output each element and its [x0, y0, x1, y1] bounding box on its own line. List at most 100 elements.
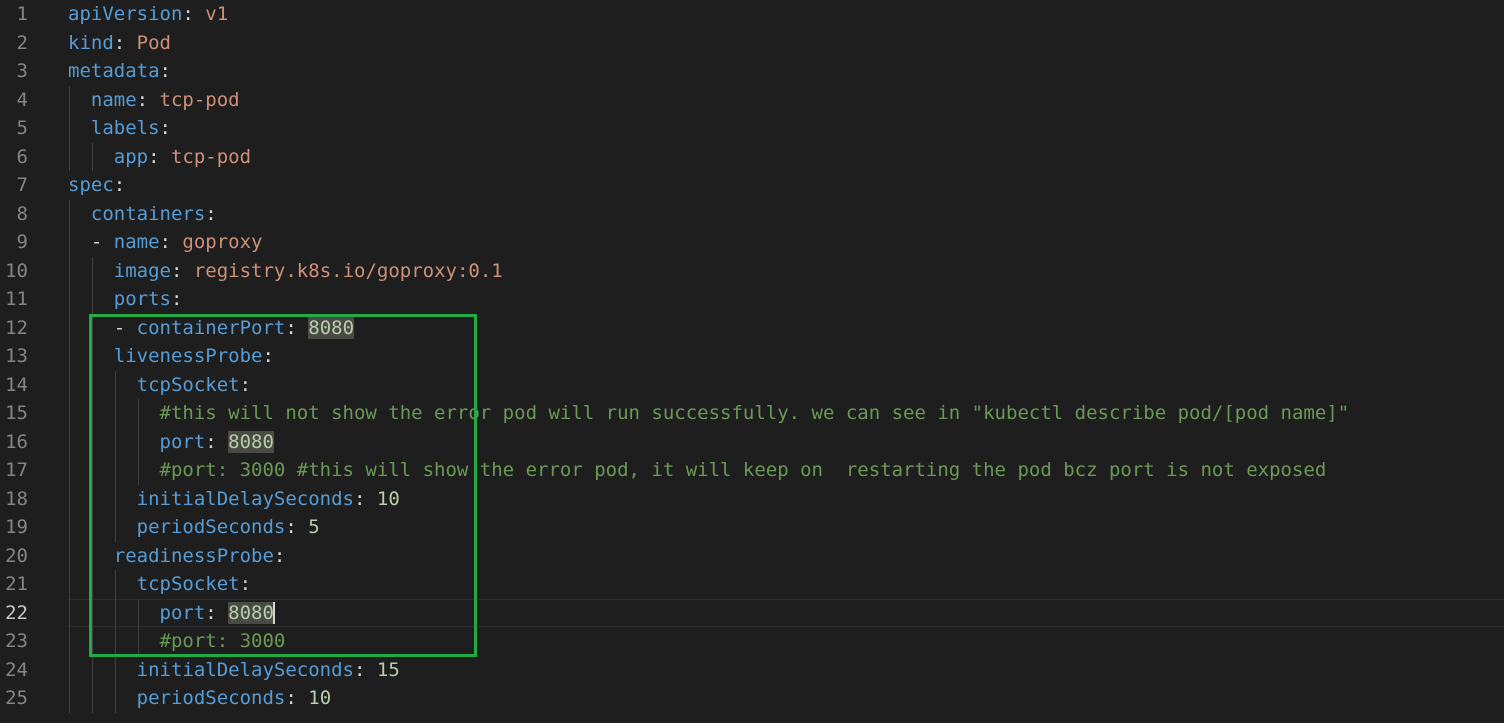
code-line[interactable]: 14 tcpSocket: [0, 370, 1504, 399]
yaml-string-value: tcp-pod [170, 145, 252, 168]
code-line[interactable]: 19 periodSeconds: 5 [0, 513, 1504, 542]
code-text: periodSeconds: 10 [68, 684, 332, 713]
code-text: image: registry.k8s.io/goproxy:0.1 [68, 257, 503, 286]
punctuation: : [205, 430, 229, 453]
line-number: 3 [16, 60, 28, 82]
punctuation: : [170, 288, 183, 310]
yaml-key: initialDelaySeconds [136, 487, 354, 510]
yaml-number-value: 10 [308, 687, 332, 709]
punctuation: - [68, 316, 137, 339]
yaml-key: tcpSocket [136, 573, 240, 595]
line-number: 10 [5, 259, 28, 282]
yaml-string-value: v1 [205, 3, 229, 25]
code-line[interactable]: 8 containers: [0, 199, 1504, 228]
yaml-number-value-highlighted: 8080 [308, 316, 355, 339]
code-line[interactable]: 2 kind: Pod [0, 29, 1504, 58]
code-line[interactable]: 16 port: 8080 [0, 427, 1504, 456]
punctuation [68, 288, 114, 310]
punctuation [68, 659, 137, 681]
punctuation [68, 374, 137, 396]
punctuation: : [136, 88, 160, 111]
punctuation [68, 203, 91, 225]
code-line[interactable]: 9 - name: goproxy [0, 228, 1504, 257]
code-line[interactable]: 4 name: tcp-pod [0, 85, 1504, 114]
code-line[interactable]: 1 apiVersion: v1 [0, 0, 1504, 29]
punctuation [68, 146, 114, 168]
code-line[interactable]: 22 port: 8080 [0, 598, 1504, 627]
code-line[interactable]: 5 labels: [0, 114, 1504, 143]
code-line[interactable]: 23 #port: 3000 [0, 627, 1504, 656]
punctuation [68, 488, 137, 510]
yaml-key: ports [113, 288, 171, 310]
yaml-key: livenessProbe [113, 345, 263, 367]
code-line[interactable]: 6 app: tcp-pod [0, 142, 1504, 172]
punctuation [68, 687, 137, 709]
code-editor[interactable]: 1 apiVersion: v1 2 kind: Pod 3 metadata: 4 nam… [0, 0, 1504, 723]
punctuation: : [285, 687, 309, 709]
line-number: 19 [5, 516, 28, 538]
yaml-key: initialDelaySeconds [136, 658, 354, 681]
punctuation: : [262, 345, 274, 367]
code-line[interactable]: 12 - containerPort: 8080 [0, 313, 1504, 342]
punctuation: : [353, 658, 377, 681]
punctuation: : [353, 487, 377, 510]
yaml-key: periodSeconds [136, 687, 286, 709]
punctuation: : [239, 373, 252, 396]
punctuation: - [68, 231, 114, 253]
yaml-key: tcpSocket [136, 373, 240, 396]
punctuation: : [285, 316, 309, 339]
code-line[interactable]: 24 initialDelaySeconds: 15 [0, 655, 1504, 684]
line-number: 12 [5, 316, 28, 339]
code-text: periodSeconds: 5 [68, 513, 320, 542]
punctuation: : [285, 516, 309, 538]
yaml-string-value: registry.k8s.io/goproxy:0.1 [193, 259, 503, 282]
punctuation [68, 459, 160, 481]
code-line[interactable]: 17 #port: 3000 #this will show the error… [0, 456, 1504, 485]
punctuation: : [113, 174, 126, 196]
code-line[interactable]: 10 image: registry.k8s.io/goproxy:0.1 [0, 256, 1504, 286]
yaml-key: name [90, 88, 137, 111]
line-number: 4 [16, 88, 28, 111]
code-line[interactable]: 18 initialDelaySeconds: 10 [0, 484, 1504, 513]
code-line[interactable]: 11 ports: [0, 285, 1504, 314]
line-number: 6 [16, 145, 28, 168]
code-text: readinessProbe: [68, 542, 286, 571]
line-number: 14 [5, 373, 28, 396]
code-text: apiVersion: v1 [68, 0, 228, 29]
code-text: ports: [68, 285, 183, 314]
punctuation [68, 431, 160, 453]
yaml-string-value: Pod [136, 31, 171, 54]
code-text: spec: [68, 171, 125, 200]
yaml-comment: #this will not show the error pod will r… [159, 402, 1350, 424]
code-line[interactable]: 15 #this will not show the error pod wil… [0, 399, 1504, 428]
code-line[interactable]: 3 metadata: [0, 57, 1504, 86]
code-line[interactable]: 20 readinessProbe: [0, 541, 1504, 571]
line-number: 8 [16, 202, 28, 225]
code-text: kind: Pod [68, 29, 171, 58]
code-line[interactable]: 13 livenessProbe: [0, 342, 1504, 371]
punctuation [68, 602, 160, 624]
code-text: labels: [68, 114, 171, 143]
punctuation [68, 402, 160, 424]
line-number: 11 [5, 288, 28, 310]
punctuation [68, 117, 91, 139]
code-line[interactable]: 21 tcpSocket: [0, 570, 1504, 599]
yaml-key: containerPort [136, 316, 286, 339]
punctuation: : [170, 259, 194, 282]
yaml-key: apiVersion [68, 3, 183, 25]
line-number: 25 [5, 687, 28, 709]
punctuation: : [159, 117, 171, 139]
line-number: 9 [16, 231, 28, 253]
punctuation [68, 573, 137, 595]
code-line[interactable]: 25 periodSeconds: 10 [0, 684, 1504, 713]
code-text: app: tcp-pod [68, 143, 251, 172]
yaml-number-value: 5 [308, 516, 320, 538]
code-text: #port: 3000 [68, 627, 286, 656]
yaml-number-value-highlighted: 8080 [228, 601, 274, 624]
punctuation: : [205, 202, 217, 225]
yaml-comment: #port: 3000 #this will show the error po… [159, 459, 1327, 481]
punctuation [68, 630, 160, 652]
yaml-key: labels [90, 117, 160, 139]
code-line[interactable]: 7 spec: [0, 171, 1504, 200]
line-number: 20 [5, 544, 28, 567]
